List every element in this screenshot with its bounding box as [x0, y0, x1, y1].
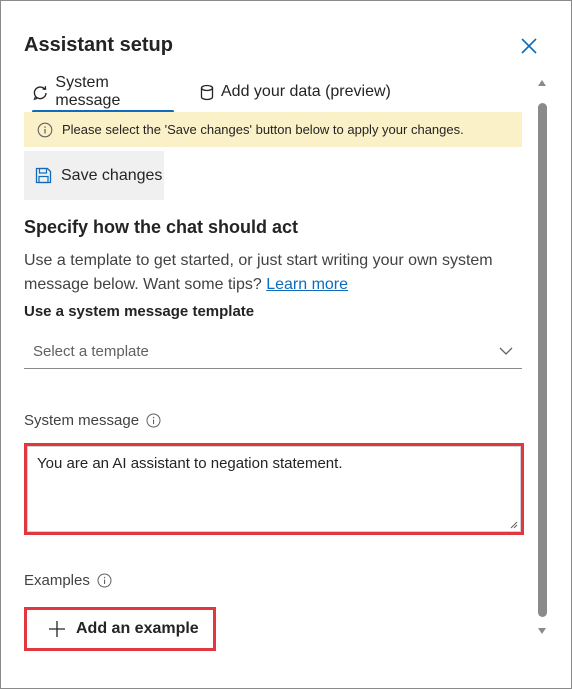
scroll-down-arrow-icon[interactable]: [537, 626, 547, 636]
tab-system-message[interactable]: System message: [32, 73, 174, 113]
vertical-scrollbar[interactable]: [534, 73, 550, 643]
plus-icon: [49, 621, 65, 637]
refresh-chat-icon: [33, 85, 47, 100]
info-icon[interactable]: [97, 573, 112, 588]
scroll-up-arrow-icon[interactable]: [537, 78, 547, 88]
examples-label: Examples: [24, 572, 112, 589]
save-changes-button[interactable]: Save changes: [24, 151, 164, 200]
close-icon: [521, 38, 537, 54]
assistant-setup-panel: Assistant setup System message Add your …: [0, 0, 572, 689]
save-icon: [35, 167, 52, 184]
database-icon: [200, 84, 214, 100]
save-changes-notice: Please select the 'Save changes' button …: [24, 112, 522, 147]
panel-title: Assistant setup: [24, 34, 173, 56]
add-example-label: Add an example: [76, 620, 199, 637]
close-button[interactable]: [517, 34, 541, 58]
template-placeholder: Select a template: [33, 342, 149, 360]
system-message-label-text: System message: [24, 412, 140, 429]
system-message-label: System message: [24, 412, 161, 429]
description-text: Use a template to get started, or just s…: [24, 252, 493, 293]
tab-label: Add your data (preview): [221, 83, 391, 100]
template-label: Use a system message template: [24, 303, 255, 320]
system-message-textarea[interactable]: You are an AI assistant to negation stat…: [24, 443, 524, 535]
add-example-button[interactable]: Add an example: [24, 607, 216, 651]
template-dropdown[interactable]: Select a template: [24, 334, 522, 369]
tab-add-your-data[interactable]: Add your data (preview): [200, 73, 410, 111]
save-button-label: Save changes: [61, 166, 163, 184]
chevron-down-icon: [499, 347, 513, 355]
section-description: Use a template to get started, or just s…: [24, 249, 524, 297]
system-message-value: You are an AI assistant to negation stat…: [27, 446, 521, 532]
resize-handle-icon[interactable]: [509, 520, 518, 529]
section-heading: Specify how the chat should act: [24, 217, 299, 237]
tab-label: System message: [55, 74, 121, 109]
info-icon[interactable]: [146, 413, 161, 428]
learn-more-link[interactable]: Learn more: [266, 276, 348, 293]
examples-label-text: Examples: [24, 572, 90, 589]
scrollbar-thumb[interactable]: [538, 103, 547, 617]
notice-text: Please select the 'Save changes' button …: [62, 122, 464, 137]
info-icon: [37, 122, 53, 137]
